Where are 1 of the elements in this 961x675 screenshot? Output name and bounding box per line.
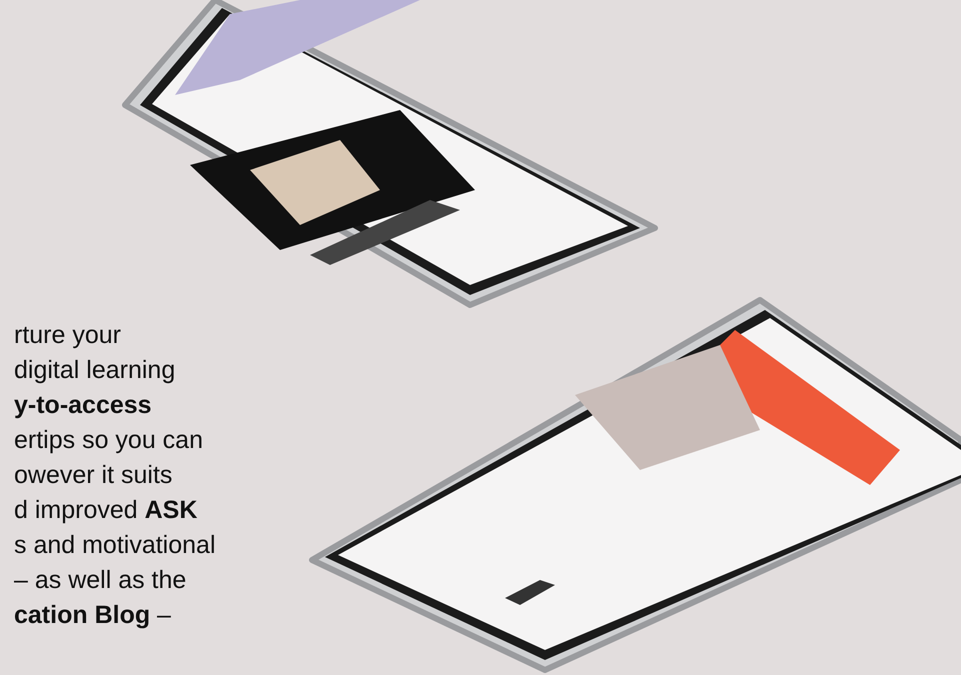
intro-paragraph: rture your digital learning y-to-access ertips so you can owever it suits d improved ASK s and motivational – as well as the cation Blog – [14,320,216,631]
